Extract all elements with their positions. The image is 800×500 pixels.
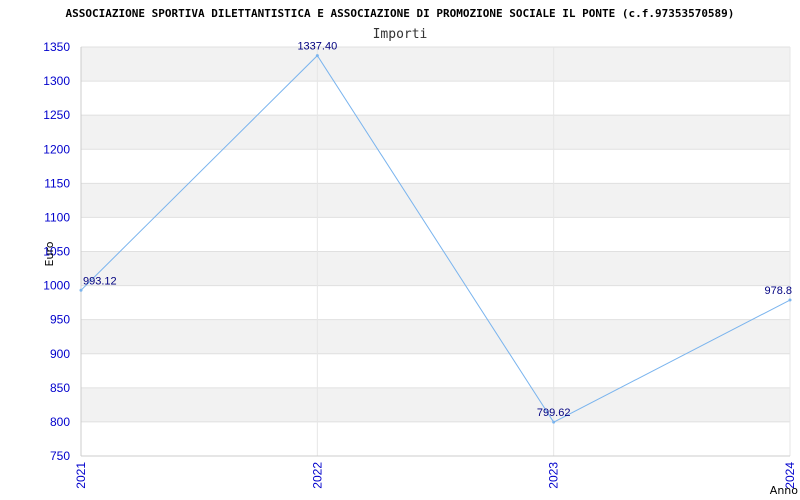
chart-subtitle: Importi: [373, 27, 428, 42]
grid-band: [81, 421, 790, 456]
data-label: 978.8: [764, 285, 792, 297]
grid-band: [81, 183, 790, 218]
line-chart: ASSOCIAZIONE SPORTIVA DILETTANTISTICA E …: [43, 7, 798, 497]
data-point: [788, 298, 792, 302]
data-label: 799.62: [537, 407, 571, 419]
grid-band: [81, 115, 790, 150]
x-axis-ticks: 2021 2022 2023 2024: [74, 462, 797, 489]
data-label: 993.12: [83, 275, 117, 287]
y-tick-label: 1300: [43, 74, 70, 88]
y-tick-label: 750: [50, 449, 70, 463]
chart-title: ASSOCIAZIONE SPORTIVA DILETTANTISTICA E …: [66, 7, 735, 20]
grid-band: [81, 387, 790, 422]
data-point: [79, 288, 83, 292]
y-axis-label: Euro: [43, 241, 56, 266]
grid-band: [81, 81, 790, 116]
grid-band: [81, 285, 790, 320]
grid-band: [81, 47, 790, 82]
y-tick-label: 1250: [43, 108, 70, 122]
x-tick-label: 2023: [547, 462, 561, 489]
y-tick-label: 800: [50, 415, 70, 429]
data-label: 1337.40: [297, 41, 337, 53]
y-tick-label: 900: [50, 347, 70, 361]
grid-band: [81, 217, 790, 252]
x-tick-label: 2022: [310, 462, 324, 489]
grid-band: [81, 353, 790, 388]
data-point: [552, 420, 556, 424]
x-tick-label: 2021: [74, 462, 88, 489]
y-tick-label: 1350: [43, 40, 70, 54]
y-tick-label: 950: [50, 313, 70, 327]
grid-band: [81, 251, 790, 286]
y-tick-label: 1200: [43, 142, 70, 156]
y-tick-label: 1000: [43, 279, 70, 293]
grid-band: [81, 319, 790, 354]
y-tick-label: 850: [50, 381, 70, 395]
x-axis-label: Anno: [770, 484, 798, 497]
y-tick-label: 1100: [44, 210, 70, 224]
data-point: [315, 54, 319, 58]
grid-band: [81, 149, 790, 184]
y-tick-label: 1150: [44, 176, 70, 190]
